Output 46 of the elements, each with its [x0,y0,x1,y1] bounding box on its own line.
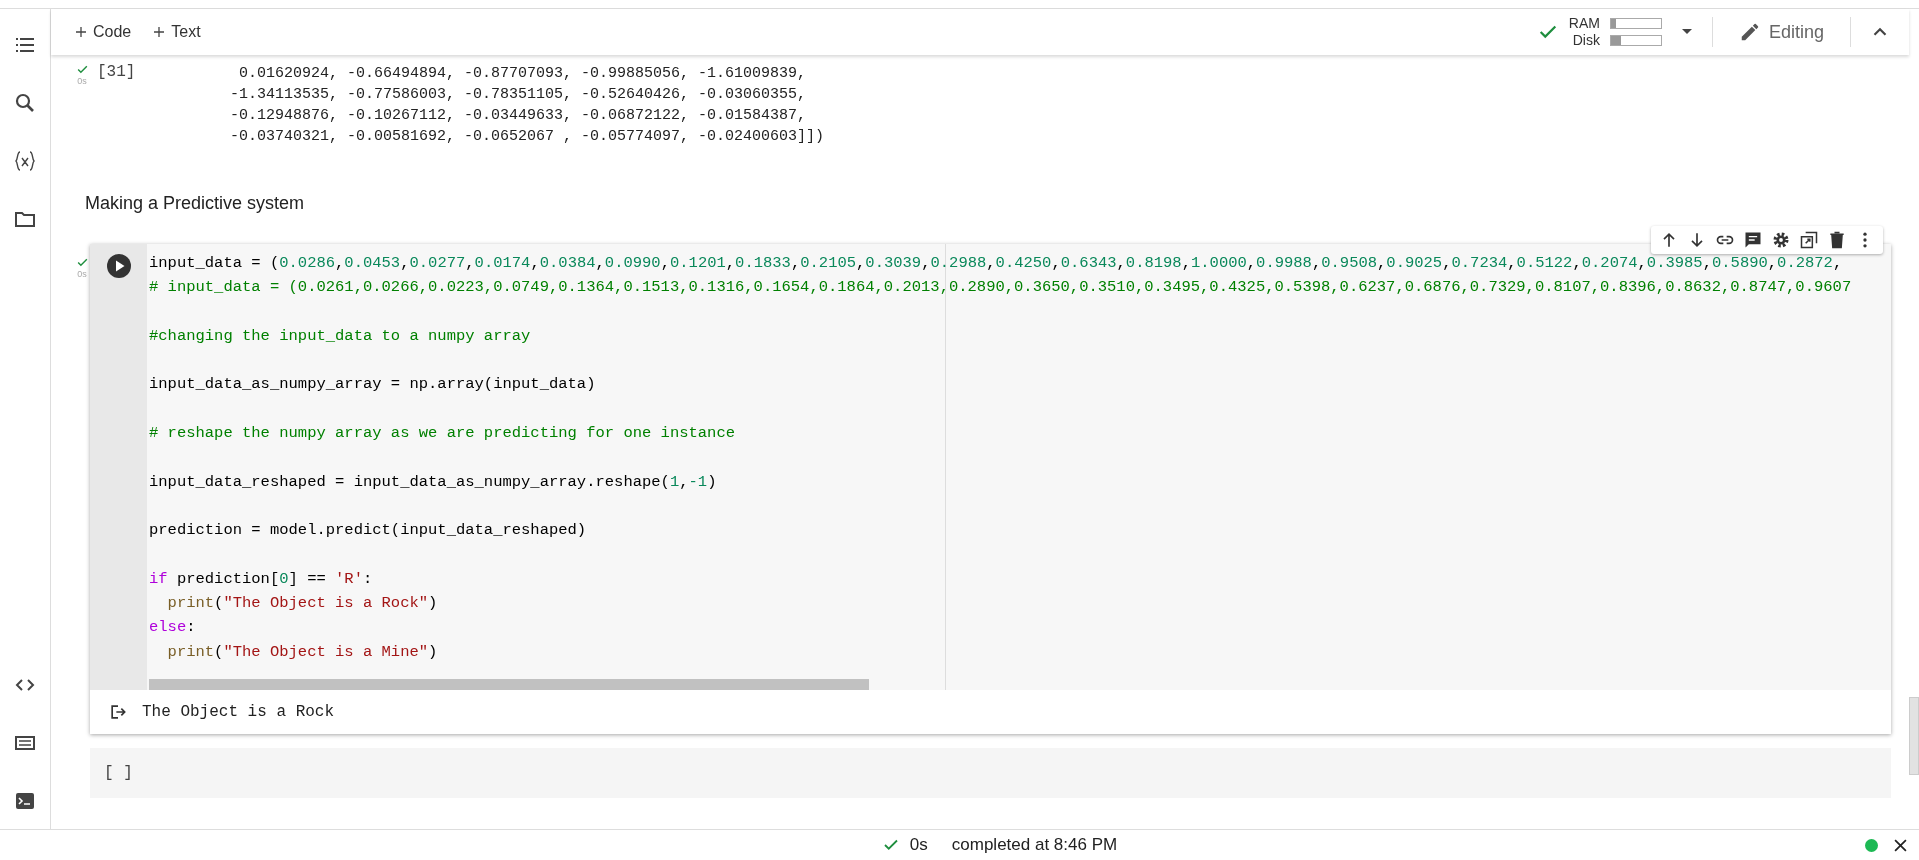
code-line: if prediction[0] == 'R': [149,569,373,590]
run-time: 0s [77,269,87,279]
usage-meter [1609,18,1662,29]
code-line: #changing the input_data to a numpy array [149,326,531,347]
text-cell-heading: Making a Predictive system [85,193,305,214]
code-line: input_data_reshaped = input_data_as_numpy_array.reshape(1,-1) [149,472,717,493]
empty-code-cell[interactable]: [ ] [90,748,1891,799]
variables-icon[interactable] [13,149,37,173]
output-text: The Object is a Rock [142,703,335,722]
run-time: 0s [909,835,928,855]
checkmark-icon [75,63,89,76]
comment-icon[interactable] [1743,230,1763,250]
delete-icon[interactable] [1827,230,1847,250]
code-line: prediction = model.predict(input_data_reshaped) [149,521,587,542]
add-cell-button[interactable]: Code [71,19,136,45]
add-cell-button[interactable]: Text [149,19,205,45]
run-button[interactable] [106,254,131,278]
code-line: print("The Object is a Rock") [167,594,438,615]
connected-status-icon [1865,838,1878,852]
code-line: input_data_as_numpy_array = np.array(input_data) [149,375,596,396]
output-line: -1.34113535, -0.77586003, -0.78351105, -0.52640426, -0.03060355, [230,85,808,105]
output-line: -0.12948876, -0.10267112, -0.03449633, -0.06872122, -0.01584387, [230,106,808,126]
checkmark-icon [75,256,89,269]
close-icon[interactable] [1894,838,1907,852]
run-time: 0s [77,76,87,86]
settings-icon[interactable] [1771,230,1791,250]
code-line: # reshape the numpy array as we are predicting for one instance [149,424,735,445]
status-message: completed at 8:46 PM [951,835,1118,855]
code-line: # input_data = (0.0261,0.0266,0.0223,0.0749,0.1364,0.1513,0.1316,0.1654,0.1864,0.2013,0.2890,0.3650,0.3510,0.3495,0.4325,0.5398,0.6237,0.6876,0.7329,0.8107,0.8396,0.8632,0.8747,0.9607 [149,278,1852,299]
plus-icon [153,26,166,38]
execution-count: [31] [97,63,136,81]
usage-meter [1609,35,1662,46]
code-line: input_data = (0.0286,0.0453,0.0277,0.0174,0.0384,0.0990,0.1201,0.1833,0.2105,0.3039,0.2988,0.4250,0.6343,0.8198,1.0000,0.9988,0.9508,0.9025,0.7234,0.5122,0.2074,0.3985,0.5890,0.2872, [149,254,1843,274]
code-line: print("The Object is a Mine") [167,642,438,663]
execution-count: [ ] [104,764,133,783]
dropdown-caret-icon[interactable] [1681,29,1692,35]
output-line: 0.01620924, -0.66494894, -0.87707093, -0.99885056, -1.61009839, [238,64,808,84]
resource-label: Disk [1572,32,1600,49]
resource-label: RAM [1568,15,1600,32]
code-line: else: [149,618,196,639]
scrollbar-thumb[interactable] [1909,697,1919,775]
editing-button[interactable]: Editing [1722,17,1840,47]
mirror-cell-icon[interactable] [1799,230,1819,250]
output-line: -0.03740321, -0.00581692, -0.0652067 , -0.05774097, -0.02400603]]) [230,127,825,147]
plus-icon [75,26,87,38]
horizontal-scrollbar[interactable] [149,679,869,691]
